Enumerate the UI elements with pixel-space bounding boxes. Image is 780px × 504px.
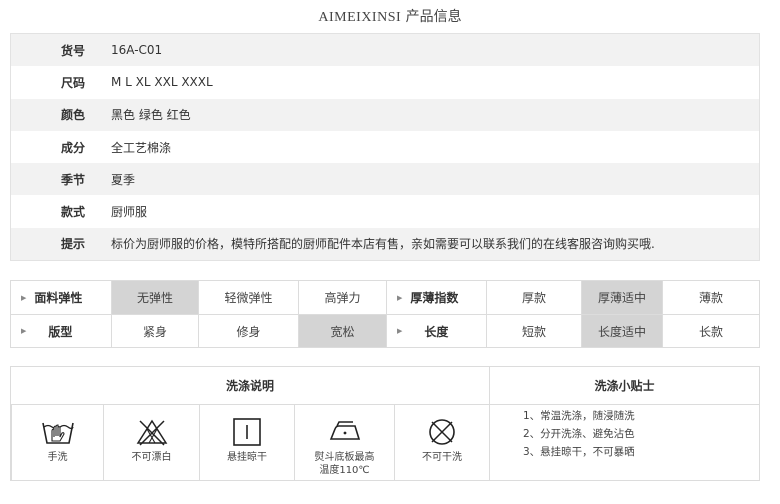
elastic-option-high: 高弹力 bbox=[298, 281, 386, 314]
thickness-option-thick: 厚款 bbox=[486, 281, 581, 314]
info-row-style: 款式 厨师服 bbox=[11, 195, 759, 228]
fit-option-loose: 宽松 bbox=[298, 315, 386, 347]
info-label: 成分 bbox=[60, 140, 85, 155]
symbol-caption: 熨斗底板最高 温度110℃ bbox=[314, 452, 375, 476]
info-row-notice: 提示 标价为厨师服的价格，模特所搭配的厨师配件本店有售，亲如需要可以联系我们的在… bbox=[11, 227, 759, 261]
info-label: 提示 bbox=[60, 237, 85, 252]
triangle-right-icon: ▶ bbox=[21, 327, 27, 335]
info-row-item-number: 货号 16A-C01 bbox=[11, 34, 759, 67]
info-label: 款式 bbox=[60, 205, 85, 220]
product-info-table: 货号 16A-C01 尺码 M L XL XXL XXXL 颜色 黑色 绿色 红… bbox=[10, 33, 760, 262]
symbol-caption: 不可干洗 bbox=[422, 452, 462, 463]
symbol-caption: 悬挂晾干 bbox=[227, 452, 267, 463]
elastic-option-slight: 轻微弹性 bbox=[198, 281, 298, 314]
wash-tips-list: 1、常温洗涤，随浸随洗 2、分开洗涤、避免沾色 3、悬挂晾干，不可暴晒 bbox=[523, 407, 635, 461]
elastic-option-none: 无弹性 bbox=[111, 281, 198, 314]
wash-symbol-hang-dry: 悬挂晾干 bbox=[199, 405, 294, 480]
length-option-long: 长款 bbox=[662, 315, 759, 347]
tip-item: 1、常温洗涤，随浸随洗 bbox=[523, 410, 635, 422]
info-value: 夏季 bbox=[111, 172, 136, 187]
info-row-material: 成分 全工艺棉涤 bbox=[11, 130, 759, 164]
info-value: 全工艺棉涤 bbox=[111, 140, 172, 155]
info-value: 标价为厨师服的价格，模特所搭配的厨师配件本店有售，亲如需要可以联系我们的在线客服… bbox=[111, 237, 655, 252]
length-heading: ▶ 长度 bbox=[386, 315, 486, 347]
iron-icon bbox=[329, 421, 360, 440]
fit-heading: ▶ 版型 bbox=[21, 324, 73, 339]
triangle-right-icon: ▶ bbox=[397, 293, 403, 302]
hand-wash-icon bbox=[41, 422, 74, 444]
attribute-row-elastic-thickness: ▶ 面料弹性 无弹性 轻微弹性 高弹力 ▶ 厚薄指数 厚款 厚薄适中 薄款 bbox=[11, 281, 759, 314]
symbol-caption: 手洗 bbox=[47, 452, 68, 463]
info-label: 颜色 bbox=[60, 108, 85, 123]
page-title: AIMEIXINSI 产品信息 bbox=[0, 6, 780, 26]
info-row-season: 季节 夏季 bbox=[11, 163, 759, 196]
tip-item: 3、悬挂晾干，不可暴晒 bbox=[523, 446, 635, 458]
thickness-heading: ▶ 厚薄指数 bbox=[386, 281, 486, 314]
info-value: 厨师服 bbox=[111, 205, 148, 220]
brand-name: AIMEIXINSI bbox=[318, 10, 402, 25]
info-value: 黑色 绿色 红色 bbox=[111, 108, 191, 123]
symbol-caption: 不可漂白 bbox=[131, 452, 172, 463]
info-value: 16A-C01 bbox=[111, 43, 163, 58]
tip-item: 2、分开洗涤、避免沾色 bbox=[523, 428, 635, 440]
no-dry-clean-icon bbox=[429, 419, 455, 445]
attribute-row-fit-length: ▶ 版型 紧身 修身 宽松 ▶ 长度 短款 长度适中 长款 bbox=[11, 314, 759, 347]
triangle-right-icon: ▶ bbox=[397, 327, 403, 335]
wash-instructions-panel: 洗涤说明 洗涤小贴士 手洗 不可漂白 悬挂晾干 熨斗底板最高 温度110℃ 不可… bbox=[10, 366, 760, 481]
wash-header: 洗涤说明 bbox=[11, 367, 489, 405]
length-option-medium: 长度适中 bbox=[581, 315, 662, 347]
info-label: 货号 bbox=[60, 43, 85, 58]
attribute-grid: ▶ 面料弹性 无弹性 轻微弹性 高弹力 ▶ 厚薄指数 厚款 厚薄适中 薄款 ▶ 版型 … bbox=[10, 280, 760, 348]
wash-divider bbox=[489, 367, 490, 480]
thickness-option-thin: 薄款 bbox=[662, 281, 759, 314]
thickness-option-medium: 厚薄适中 bbox=[581, 281, 662, 314]
wash-tips-header: 洗涤小贴士 bbox=[490, 367, 759, 405]
info-value: M L XL XXL XXXL bbox=[111, 75, 213, 90]
no-bleach-icon bbox=[136, 419, 167, 446]
info-row-color: 颜色 黑色 绿色 红色 bbox=[11, 98, 759, 131]
wash-symbol-iron: 熨斗底板最高 温度110℃ bbox=[294, 405, 394, 480]
wash-symbol-no-dry-clean: 不可干洗 bbox=[394, 405, 489, 480]
wash-symbol-hand-wash: 手洗 bbox=[11, 405, 103, 480]
hang-dry-icon bbox=[233, 418, 261, 446]
wash-symbol-no-bleach: 不可漂白 bbox=[103, 405, 199, 480]
length-option-short: 短款 bbox=[486, 315, 581, 347]
info-row-size: 尺码 M L XL XXL XXXL bbox=[11, 66, 759, 99]
fit-option-tight: 紧身 bbox=[111, 315, 198, 347]
elastic-heading: ▶ 面料弹性 bbox=[21, 291, 83, 305]
title-suffix: 产品信息 bbox=[405, 9, 462, 25]
info-label: 季节 bbox=[60, 172, 85, 187]
info-label: 尺码 bbox=[60, 75, 85, 90]
triangle-right-icon: ▶ bbox=[21, 293, 27, 302]
fit-option-slim: 修身 bbox=[198, 315, 298, 347]
